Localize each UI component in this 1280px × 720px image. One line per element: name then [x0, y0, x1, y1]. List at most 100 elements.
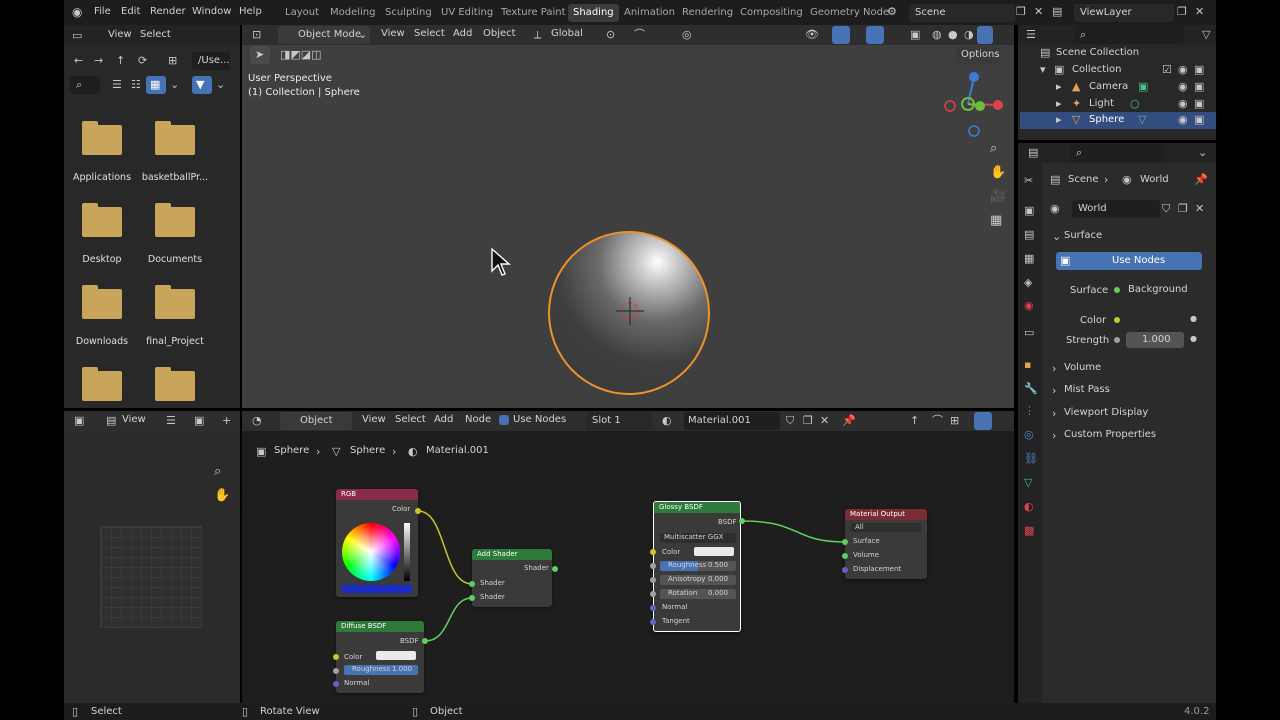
fake-user-icon[interactable]: ⛉ — [1162, 203, 1170, 214]
gizmo-toggle[interactable] — [832, 26, 850, 44]
view-layer-tab-icon[interactable]: ▦ — [1024, 253, 1034, 264]
filter-button[interactable]: ▼ — [192, 76, 212, 94]
select-tool-button[interactable]: ➤ — [250, 46, 270, 64]
viewport-view-menu[interactable]: View — [381, 28, 405, 39]
outliner-search-field[interactable]: ⌕ — [1074, 26, 1184, 44]
select-mode-icons[interactable]: ◨◩◪◫ — [280, 49, 322, 60]
diffuse-normal-socket[interactable] — [333, 681, 339, 687]
viewport-object-menu[interactable]: Object — [483, 28, 516, 39]
blender-logo-icon[interactable]: ◉ — [72, 6, 82, 18]
vertical-list-icon[interactable]: ☰ — [112, 79, 122, 90]
chevron-down-icon[interactable]: ⌄ — [170, 79, 179, 90]
fb-view-menu[interactable]: View — [108, 29, 132, 40]
folder-documents-label[interactable]: Documents — [135, 254, 215, 265]
add-shader-output-socket[interactable] — [552, 566, 558, 572]
rgb-node[interactable]: RGB Color — [336, 489, 418, 597]
glossy-tangent-socket[interactable] — [650, 619, 656, 625]
object-tab-icon[interactable]: ▪ — [1024, 359, 1031, 370]
add-icon[interactable]: + — [222, 415, 231, 426]
new-viewlayer-icon[interactable]: ❐ — [1177, 6, 1187, 17]
tab-shading[interactable]: Shading — [568, 4, 619, 22]
folder-icon[interactable] — [82, 285, 122, 319]
diffuse-bsdf-node[interactable]: Diffuse BSDF BSDF Color Roughness 1.000 … — [336, 621, 424, 693]
visibility-icon[interactable]: 👁 — [805, 29, 819, 40]
folder-icon[interactable] — [155, 121, 195, 155]
close-viewlayer-icon[interactable]: ✕ — [1195, 6, 1204, 17]
menu-file[interactable]: File — [94, 6, 111, 17]
overlay-toggle[interactable] — [866, 26, 884, 44]
transform-orientation-icon[interactable]: ⟂ — [534, 29, 541, 40]
folder-icon[interactable] — [82, 203, 122, 237]
folder-icon[interactable] — [155, 285, 195, 319]
tab-layout[interactable]: Layout — [280, 4, 324, 22]
folder-icon[interactable] — [82, 367, 122, 401]
parent-dir-icon[interactable]: ↑ — [116, 55, 125, 66]
tab-geometry-node[interactable]: Geometry Node — [805, 4, 894, 22]
glossy-color-socket[interactable] — [650, 549, 656, 555]
editor-type-icon[interactable]: ▭ — [72, 30, 82, 41]
viewport-add-menu[interactable]: Add — [453, 28, 472, 39]
tool-tab-icon[interactable]: ✂ — [1024, 175, 1033, 186]
scene-tab-icon[interactable]: ◈ — [1024, 277, 1032, 288]
physics-tab-icon[interactable]: ◎ — [1024, 429, 1034, 440]
options-dropdown[interactable]: Options — [956, 46, 1000, 64]
scene-icon[interactable]: ⚙ — [887, 6, 897, 17]
expand-arrow-icon[interactable]: ▸ — [1056, 81, 1062, 92]
menu-window[interactable]: Window — [192, 6, 231, 17]
duplicate-icon[interactable]: ❐ — [1178, 203, 1188, 214]
glossy-color-swatch[interactable] — [694, 547, 734, 556]
expand-arrow-icon[interactable]: ▸ — [1056, 98, 1062, 109]
camera-view-icon[interactable]: 🎥 — [990, 190, 1006, 203]
keyframe-dot-icon[interactable]: ● — [1190, 335, 1197, 343]
eye-icon[interactable]: ◉ — [1178, 64, 1188, 75]
folder-icon[interactable] — [155, 203, 195, 237]
breadcrumb-world[interactable]: World — [1140, 174, 1169, 185]
forward-arrow-icon[interactable]: → — [94, 55, 103, 66]
tab-compositing[interactable]: Compositing — [735, 4, 808, 22]
output-target-dropdown[interactable]: All — [851, 523, 921, 532]
3d-viewport[interactable]: ⊡ Object Mode ⌄ View Select Add Object ⟂… — [242, 25, 1014, 408]
diffuse-color-socket[interactable] — [333, 654, 339, 660]
diffuse-roughness-socket[interactable] — [333, 668, 339, 674]
folder-desktop-label[interactable]: Desktop — [62, 254, 142, 265]
new-scene-icon[interactable]: ❐ — [1016, 6, 1026, 17]
tab-animation[interactable]: Animation — [619, 4, 680, 22]
color-wheel[interactable] — [342, 523, 400, 581]
tab-rendering[interactable]: Rendering — [677, 4, 738, 22]
close-scene-icon[interactable]: ✕ — [1034, 6, 1043, 17]
expand-arrow-icon[interactable]: ▸ — [1056, 114, 1062, 125]
camera-render-icon[interactable]: ▣ — [1194, 64, 1204, 75]
volume-section-header[interactable]: › Volume — [1048, 358, 1208, 378]
tab-sculpting[interactable]: Sculpting — [380, 4, 437, 22]
glossy-roughness-slider[interactable]: Roughness 0.500 — [660, 561, 736, 571]
rgb-output-socket[interactable] — [415, 508, 421, 514]
menu-render[interactable]: Render — [150, 6, 186, 17]
zoom-icon[interactable]: ⌕ — [214, 465, 221, 478]
scene-field[interactable]: Scene — [909, 4, 1015, 22]
pan-hand-icon[interactable]: ✋ — [990, 166, 1006, 179]
eye-icon[interactable]: ◉ — [1178, 98, 1188, 109]
pivot-icon[interactable]: ⊙ — [606, 29, 615, 40]
horizontal-list-icon[interactable]: ☷ — [131, 79, 141, 90]
folder-icon[interactable] — [82, 121, 122, 155]
close-icon[interactable]: ✕ — [1195, 203, 1204, 214]
menu-help[interactable]: Help — [239, 6, 262, 17]
viewlayer-field[interactable]: ViewLayer — [1074, 4, 1174, 22]
light-data-icon[interactable]: ○ — [1130, 98, 1140, 109]
glossy-normal-socket[interactable] — [650, 605, 656, 611]
3d-cursor-icon[interactable] — [616, 297, 644, 325]
add-shader-input1-socket[interactable] — [469, 581, 475, 587]
glossy-roughness-socket[interactable] — [650, 563, 656, 569]
folder-icon[interactable] — [155, 367, 195, 401]
surface-shader-field[interactable]: Background — [1122, 281, 1202, 299]
output-volume-socket[interactable] — [842, 553, 848, 559]
expand-arrow-icon[interactable]: ▾ — [1040, 64, 1046, 75]
camera-data-icon[interactable]: ▣ — [1138, 81, 1148, 92]
viewlayer-icon[interactable]: ▤ — [1052, 6, 1062, 17]
back-arrow-icon[interactable]: ← — [74, 55, 83, 66]
fb-select-menu[interactable]: Select — [140, 29, 171, 40]
thumbnails-view-button[interactable]: ▦ — [146, 76, 166, 94]
particles-tab-icon[interactable]: ⋮ — [1024, 405, 1035, 416]
texture-tab-icon[interactable]: ▩ — [1024, 525, 1034, 536]
eye-icon[interactable]: ◉ — [1178, 81, 1188, 92]
